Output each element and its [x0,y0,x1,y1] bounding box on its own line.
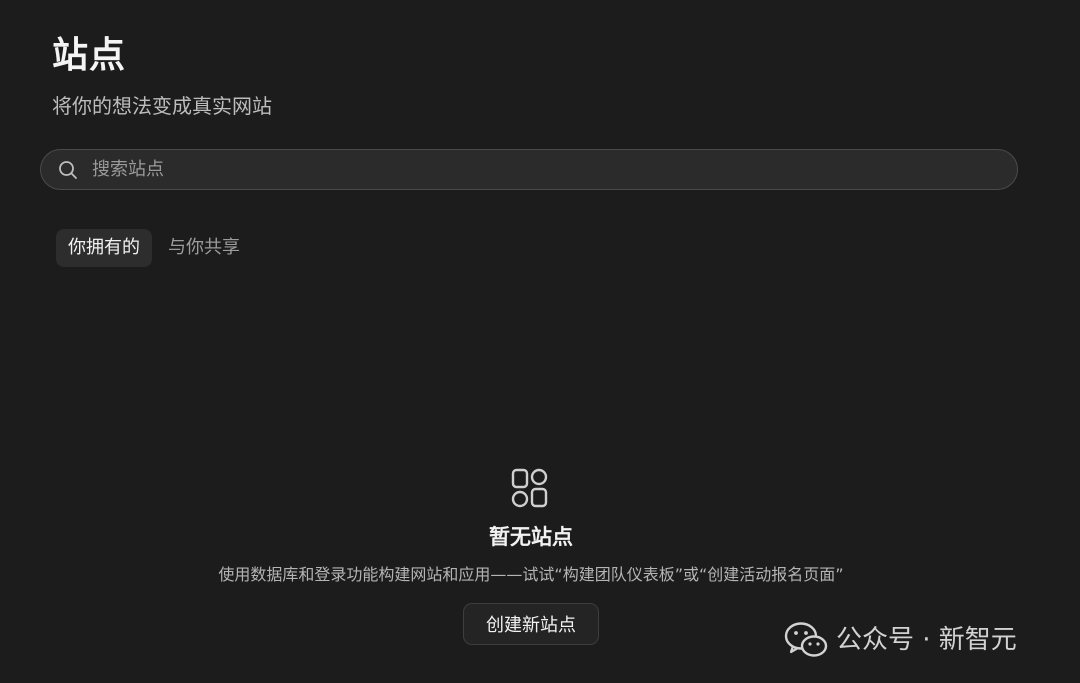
page-subtitle: 将你的想法变成真实网站 [52,94,272,118]
empty-state: 暂无站点 使用数据库和登录功能构建网站和应用——试试“构建团队仪表板”或“创建活… [0,466,1062,645]
apps-icon [511,468,548,508]
search-input[interactable] [90,149,1017,190]
tab-owned[interactable]: 你拥有的 [56,229,152,267]
empty-state-title: 暂无站点 [489,525,573,549]
create-site-button[interactable]: 创建新站点 [463,603,599,645]
page-title: 站点 [52,35,127,76]
watermark: 公众号 · 新智元 [784,620,1017,660]
tab-bar: 你拥有的 与你共享 [56,229,252,267]
tab-shared[interactable]: 与你共享 [156,229,252,267]
search-bar[interactable] [40,149,1018,190]
search-icon [58,160,78,180]
wechat-icon [784,622,828,657]
watermark-text: 公众号 · 新智元 [836,625,1017,655]
empty-state-description: 使用数据库和登录功能构建网站和应用——试试“构建团队仪表板”或“创建活动报名页面… [218,565,844,584]
